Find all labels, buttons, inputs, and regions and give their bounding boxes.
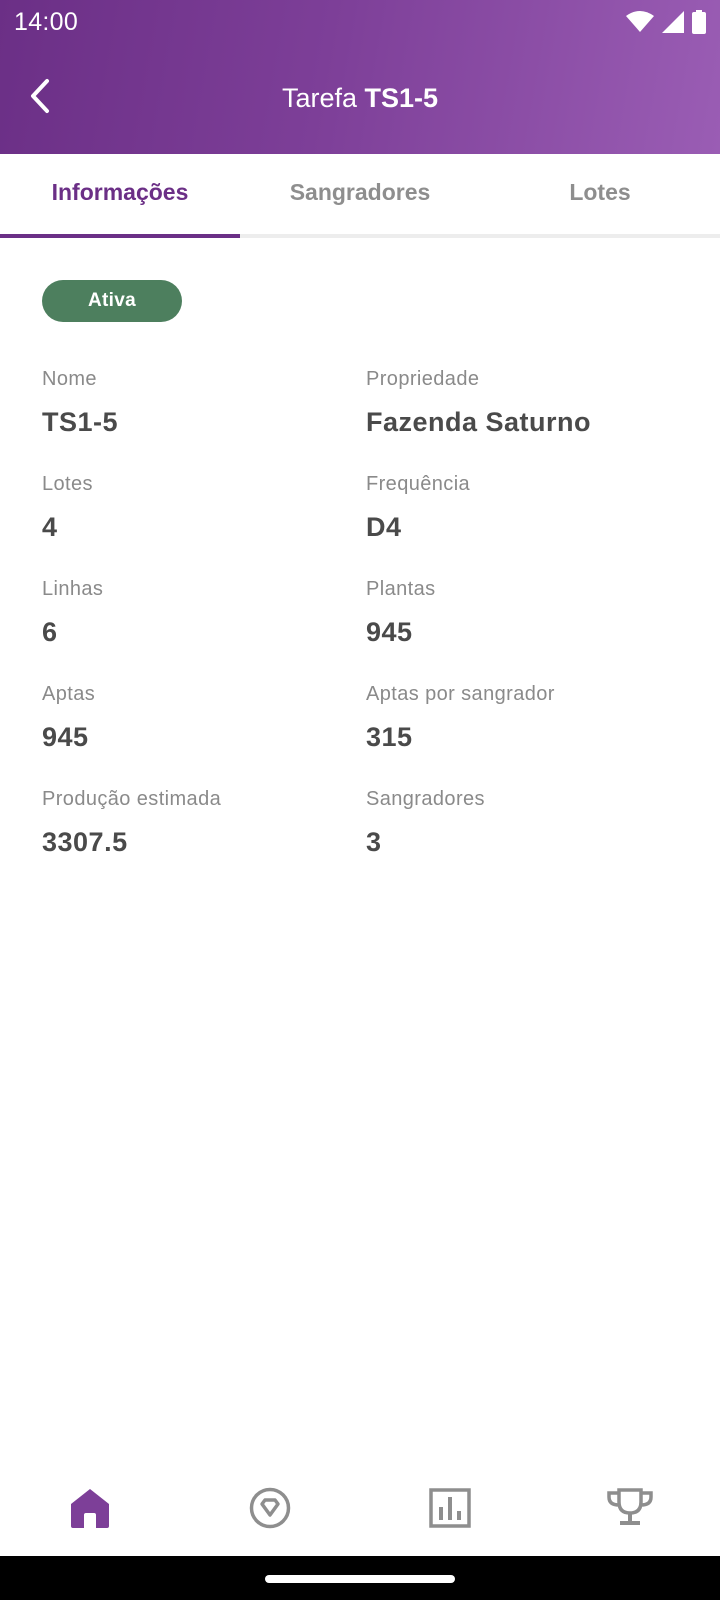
home-gesture-handle[interactable] <box>265 1575 455 1583</box>
info-value: 6 <box>42 617 58 647</box>
info-value: 3 <box>366 827 382 857</box>
home-icon <box>69 1488 111 1528</box>
app-header: 14:00 Tarefa TS1-5 <box>0 0 720 154</box>
info-label: Aptas <box>42 683 96 705</box>
bar-chart-icon <box>429 1488 471 1528</box>
info-linhas: Linhas 6 <box>42 576 366 657</box>
tab-informacoes[interactable]: Informações <box>0 154 240 238</box>
info-label: Propriedade <box>366 368 480 390</box>
tab-sangradores[interactable]: Sangradores <box>240 154 480 234</box>
info-nome: Nome TS1-5 <box>42 366 366 447</box>
info-label: Lotes <box>42 473 93 495</box>
info-producao-estimada: Produção estimada 3307.5 <box>42 786 366 867</box>
tab-lotes[interactable]: Lotes <box>480 154 720 234</box>
task-info-grid: Nome TS1-5 Propriedade Fazenda Saturno L… <box>42 366 682 867</box>
diamond-badge-icon <box>249 1487 291 1529</box>
nav-ranking[interactable] <box>540 1460 720 1556</box>
info-value: 3307.5 <box>42 827 128 857</box>
wifi-icon <box>626 11 654 33</box>
info-frequencia: Frequência D4 <box>366 471 682 552</box>
info-aptas-por-sangrador: Aptas por sangrador 315 <box>366 681 682 762</box>
info-value: 945 <box>42 722 89 752</box>
info-label: Frequência <box>366 473 471 495</box>
status-time: 14:00 <box>14 8 79 36</box>
info-label: Sangradores <box>366 788 485 810</box>
info-label: Aptas por sangrador <box>366 683 555 705</box>
page-title-prefix: Tarefa <box>281 83 357 113</box>
info-aptas: Aptas 945 <box>42 681 366 762</box>
info-label: Linhas <box>42 578 104 600</box>
info-plantas: Plantas 945 <box>366 576 682 657</box>
nav-reports[interactable] <box>360 1460 540 1556</box>
battery-icon <box>692 10 706 34</box>
nav-home[interactable] <box>0 1460 180 1556</box>
info-value: 4 <box>42 512 58 542</box>
info-value: TS1-5 <box>42 407 119 437</box>
info-value: 315 <box>366 722 413 752</box>
info-label: Nome <box>42 368 97 390</box>
info-value: Fazenda Saturno <box>366 407 592 437</box>
nav-diamond[interactable] <box>180 1460 360 1556</box>
page-title: Tarefa TS1-5 <box>0 78 720 118</box>
info-sangradores: Sangradores 3 <box>366 786 682 867</box>
info-value: 945 <box>366 617 413 647</box>
info-value: D4 <box>366 512 402 542</box>
bottom-navigation <box>0 1460 720 1556</box>
info-label: Plantas <box>366 578 436 600</box>
trophy-icon <box>606 1488 654 1528</box>
status-bar: 14:00 <box>0 0 720 44</box>
info-propriedade: Propriedade Fazenda Saturno <box>366 366 682 447</box>
page-title-code: TS1-5 <box>364 83 439 113</box>
cellular-signal-icon <box>662 11 684 33</box>
status-icons <box>626 10 706 34</box>
info-label: Produção estimada <box>42 788 222 810</box>
status-badge: Ativa <box>42 280 182 322</box>
info-lotes: Lotes 4 <box>42 471 366 552</box>
tab-bar: Informações Sangradores Lotes <box>0 154 720 238</box>
